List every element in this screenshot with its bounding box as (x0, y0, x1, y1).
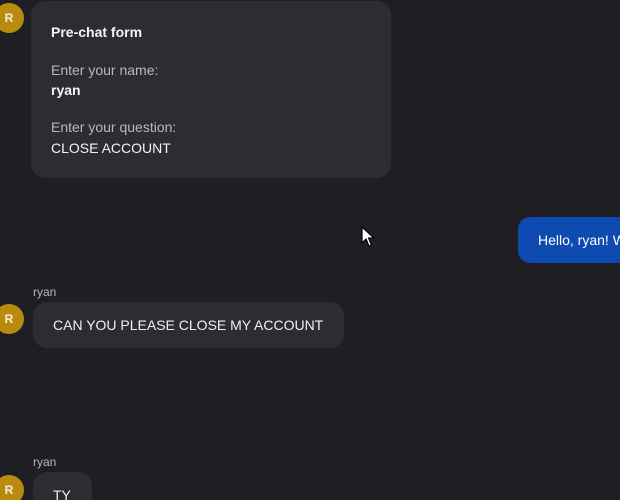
prechat-form-title: Pre-chat form (51, 24, 143, 40)
name-value: ryan (51, 82, 81, 98)
outgoing-message-bubble: Hello, ryan! W (518, 217, 620, 263)
avatar: R (0, 475, 24, 500)
incoming-message-text: TY (53, 487, 71, 500)
chat-transcript: R Pre-chat form Enter your name: ryan En… (0, 0, 620, 500)
prechat-form-card: Pre-chat form Enter your name: ryan Ente… (31, 1, 391, 178)
avatar: R (0, 304, 24, 334)
sender-name: ryan (33, 455, 57, 469)
avatar-initial: R (4, 483, 14, 497)
avatar-initial: R (4, 11, 14, 25)
outgoing-message-text: Hello, ryan! W (538, 232, 620, 248)
avatar-initial: R (4, 312, 14, 326)
name-label: Enter your name: (51, 62, 159, 78)
incoming-message-bubble: TY (33, 472, 92, 500)
mouse-pointer-icon (361, 226, 375, 247)
question-label: Enter your question: (51, 119, 177, 135)
avatar: R (0, 3, 24, 33)
sender-name: ryan (33, 285, 57, 299)
incoming-message-bubble: CAN YOU PLEASE CLOSE MY ACCOUNT (33, 302, 344, 348)
question-value: CLOSE ACCOUNT (51, 140, 171, 156)
incoming-message-text: CAN YOU PLEASE CLOSE MY ACCOUNT (53, 317, 324, 333)
